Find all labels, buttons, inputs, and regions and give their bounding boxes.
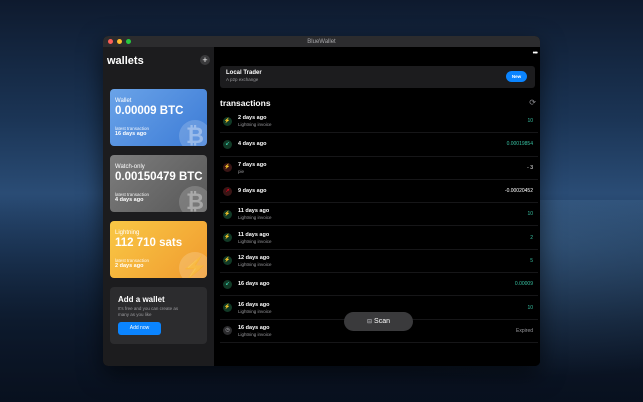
transaction-row[interactable]: ⚡ 7 days ago pie - 3	[220, 157, 538, 180]
arrow-out-icon: ↗	[223, 186, 232, 196]
wallet-card-watch-only[interactable]: Watch-only 0.00150479 BTC latest transac…	[110, 155, 207, 212]
lightning-icon: ⚡	[223, 303, 232, 313]
lightning-icon: ⚡	[223, 256, 232, 266]
arrow-in-icon: ↙	[223, 279, 232, 289]
transaction-text: 4 days ago	[238, 141, 266, 147]
transaction-date: 16 days ago	[238, 324, 270, 331]
wallet-label: Lightning	[115, 230, 140, 236]
lightning-icon: ⚡	[223, 209, 232, 219]
transaction-date: 2 days ago	[238, 115, 267, 122]
transaction-text: 11 days ago Lightning invoice	[238, 232, 272, 244]
clock-icon: ◷	[223, 326, 232, 336]
ellipsis-icon[interactable]: •••	[533, 50, 538, 57]
transaction-text: 9 days ago	[238, 188, 266, 194]
transaction-text: 12 days ago Lightning invoice	[238, 255, 272, 267]
wallet-label: Wallet	[115, 98, 132, 104]
wallet-card-lightning[interactable]: Lightning 112 710 sats latest transactio…	[110, 221, 207, 278]
wallets-heading: wallets	[107, 55, 144, 67]
new-badge[interactable]: New	[506, 71, 527, 82]
transaction-date: 11 days ago	[238, 208, 270, 215]
transaction-date: 7 days ago	[238, 161, 267, 168]
transaction-row[interactable]: ⚡ 11 days ago Lightning invoice 10	[220, 203, 538, 227]
lightning-icon: ⚡	[223, 116, 232, 126]
wallet-balance: 0.00009 BTC	[115, 105, 184, 117]
maximize-window-button[interactable]	[126, 39, 131, 44]
transaction-row[interactable]: ⚡ 12 days ago Lightning invoice 5	[220, 250, 538, 274]
add-wallet-title: Add a wallet	[118, 295, 165, 304]
transaction-memo: Lightning invoice	[238, 308, 272, 314]
transaction-amount: 5	[530, 257, 533, 264]
window-controls	[108, 39, 131, 44]
scan-label: Scan	[374, 318, 390, 325]
wallet-label: Watch-only	[115, 164, 145, 170]
transactions-list: ⚡ 2 days ago Lightning invoice 10 ↙ 4 days ag…	[220, 110, 538, 343]
transaction-memo: pie	[238, 168, 245, 174]
wallet-card-bitcoin[interactable]: Wallet 0.00009 BTC latest transaction 16…	[110, 89, 207, 146]
add-wallet-description: It's free and you can create as many as …	[118, 306, 179, 317]
scan-icon: ⊟	[367, 319, 373, 325]
transaction-date: 16 days ago	[238, 301, 270, 308]
transaction-memo: Lightning invoice	[238, 238, 272, 244]
wallets-sidebar: wallets + Wallet 0.00009 BTC latest tran…	[103, 47, 214, 366]
transaction-amount: 10	[527, 211, 533, 218]
bitcoin-icon: ₿	[179, 120, 207, 146]
transaction-text: 7 days ago pie	[238, 162, 266, 174]
transaction-date: 16 days ago	[238, 281, 270, 288]
scan-button[interactable]: ⊟ Scan	[344, 312, 413, 331]
lightning-icon: ⚡	[223, 233, 232, 243]
transaction-text: 16 days ago	[238, 281, 270, 287]
add-wallet-card: Add a wallet It's free and you can creat…	[110, 287, 207, 344]
transaction-amount: 0.00019854	[506, 141, 533, 148]
transaction-amount: - 3	[527, 164, 533, 171]
refresh-icon[interactable]: ⟳	[529, 98, 536, 107]
transaction-row[interactable]: ↙ 16 days ago 0.00009	[220, 273, 538, 297]
plus-icon[interactable]: +	[200, 55, 210, 65]
transaction-memo: Lightning invoice	[238, 331, 272, 337]
transaction-row[interactable]: ↗ 9 days ago -0.00020452	[220, 180, 538, 204]
wallet-main-panel: ••• Local Trader A p2p exchange New tran…	[214, 47, 540, 366]
transaction-row[interactable]: ⚡ 2 days ago Lightning invoice 10	[220, 110, 538, 134]
transaction-date: 11 days ago	[238, 231, 270, 238]
transaction-amount: 0.00009	[514, 281, 533, 288]
local-trader-banner[interactable]: Local Trader A p2p exchange New	[220, 66, 535, 88]
transaction-memo: Lightning invoice	[238, 215, 272, 221]
transaction-text: 16 days ago Lightning invoice	[238, 325, 272, 337]
transaction-row[interactable]: ↙ 4 days ago 0.00019854	[220, 133, 538, 157]
minimize-window-button[interactable]	[117, 39, 122, 44]
title-bar: BlueWallet	[103, 36, 540, 47]
transaction-text: 11 days ago Lightning invoice	[238, 208, 272, 220]
transaction-amount: -0.00020452	[504, 188, 533, 195]
transaction-date: 9 days ago	[238, 188, 267, 195]
lightning-icon: ⚡	[179, 252, 207, 278]
transaction-amount: 10	[527, 118, 533, 125]
wallet-balance: 112 710 sats	[115, 237, 183, 249]
transaction-amount: 10	[527, 304, 533, 311]
arrow-in-icon: ↙	[223, 139, 232, 149]
add-now-button[interactable]: Add now	[118, 322, 161, 335]
local-trader-subtitle: A p2p exchange	[226, 77, 259, 82]
wallet-balance: 0.00150479 BTC	[115, 171, 203, 183]
transaction-date: 12 days ago	[238, 254, 270, 261]
transaction-amount: Expired	[516, 327, 533, 334]
transactions-heading: transactions	[220, 98, 271, 108]
transaction-amount: 2	[530, 234, 533, 241]
transaction-text: 2 days ago Lightning invoice	[238, 115, 272, 127]
bitcoin-icon: ₿	[179, 186, 207, 212]
transaction-text: 16 days ago Lightning invoice	[238, 302, 272, 314]
transaction-memo: Lightning invoice	[238, 122, 272, 128]
transaction-row[interactable]: ⚡ 11 days ago Lightning invoice 2	[220, 226, 538, 250]
app-window: BlueWallet wallets + Wallet 0.00009 BTC …	[103, 36, 540, 366]
transaction-date: 4 days ago	[238, 141, 267, 148]
lightning-icon: ⚡	[223, 163, 232, 173]
local-trader-title: Local Trader	[226, 70, 262, 76]
close-window-button[interactable]	[108, 39, 113, 44]
window-title: BlueWallet	[307, 38, 336, 45]
transaction-memo: Lightning invoice	[238, 261, 272, 267]
